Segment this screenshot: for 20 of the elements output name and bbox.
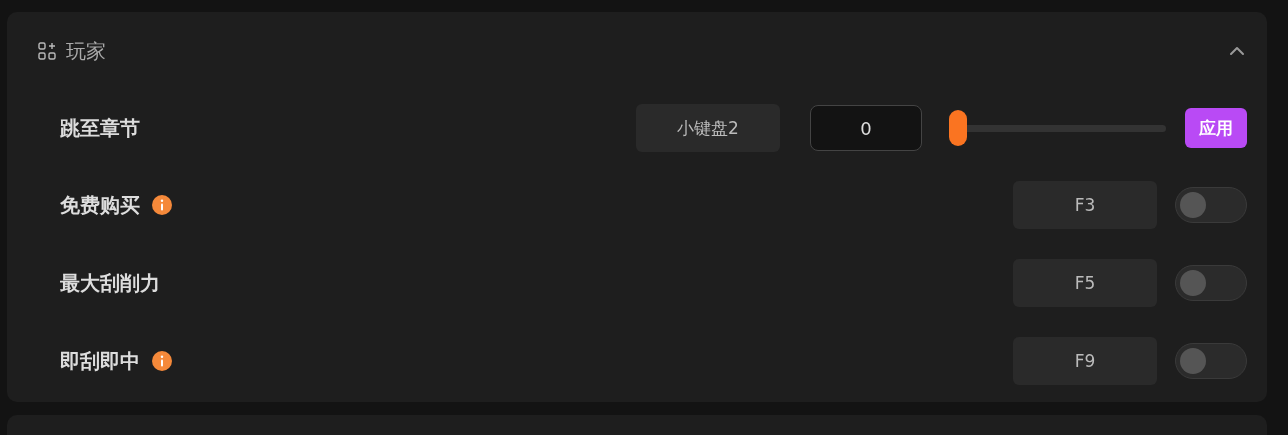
setting-label: 跳至章节	[60, 114, 140, 142]
slider-thumb[interactable]	[949, 110, 967, 146]
setting-label: 最大刮削力	[60, 269, 160, 297]
chevron-icon[interactable]	[1229, 46, 1245, 56]
toggle-switch[interactable]	[1175, 187, 1247, 223]
setting-label: 即刮即中	[60, 347, 140, 375]
apply-button[interactable]: 应用	[1185, 108, 1247, 148]
info-icon[interactable]	[152, 195, 172, 215]
hotkey-button[interactable]: F9	[1013, 337, 1157, 385]
setting-label: 免费购买	[60, 191, 140, 219]
hotkey-button[interactable]: F5	[1013, 259, 1157, 307]
info-icon[interactable]	[152, 351, 172, 371]
hotkey-button[interactable]: F3	[1013, 181, 1157, 229]
slider-track[interactable]	[949, 110, 1166, 146]
apps-add-icon	[38, 42, 56, 60]
number-field[interactable]: 0	[810, 105, 922, 151]
section-title: 玩家	[66, 37, 106, 65]
hotkey-button[interactable]: 小键盘2	[636, 104, 780, 152]
toggle-switch[interactable]	[1175, 265, 1247, 301]
toggle-switch[interactable]	[1175, 343, 1247, 379]
